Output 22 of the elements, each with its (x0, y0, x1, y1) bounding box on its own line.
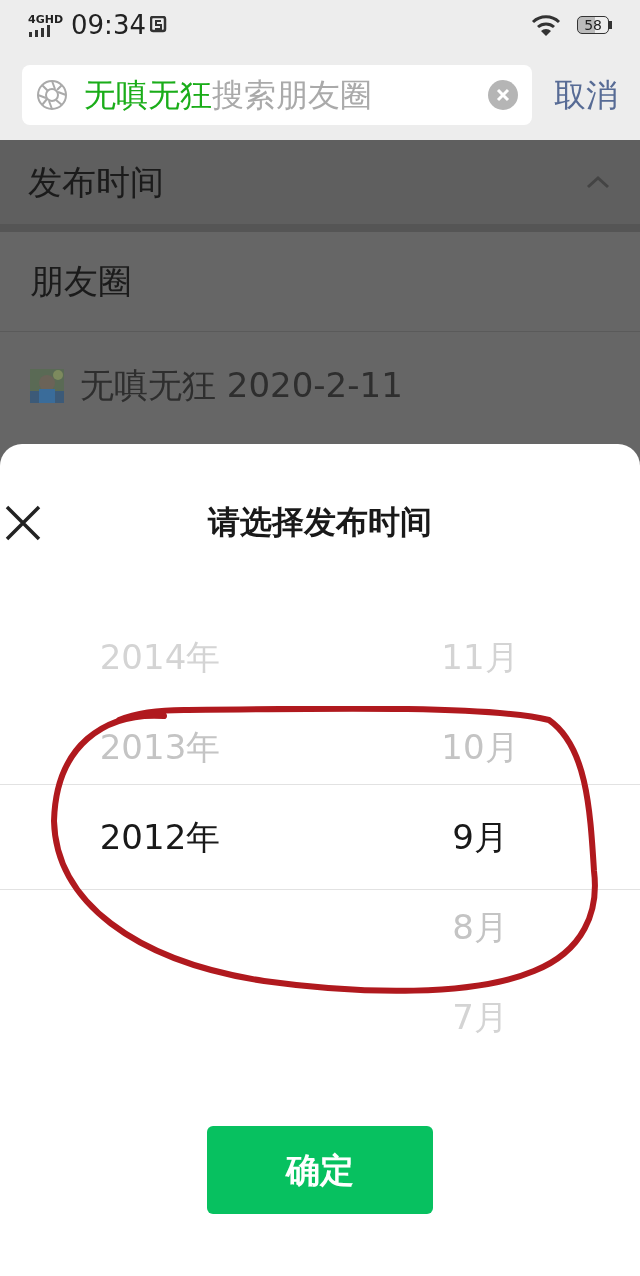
search-field[interactable]: 无嗔无狂搜索朋友圈 (22, 65, 532, 125)
cancel-button[interactable]: 取消 (532, 71, 618, 119)
result-meta: 无嗔无狂 2020-2-11 (80, 364, 403, 407)
search-query: 无嗔无狂搜索朋友圈 (84, 75, 373, 116)
filter-title: 发布时间 (28, 160, 164, 204)
aperture-icon (36, 79, 68, 111)
battery-tip-icon (609, 21, 612, 29)
picker-option[interactable]: 8月 (320, 882, 640, 972)
network-label: 4GHD (28, 13, 64, 25)
wifi-icon (531, 14, 562, 36)
notification-icon (149, 16, 168, 34)
confirm-button[interactable]: 确定 (207, 1126, 433, 1214)
picker-option[interactable]: 10月 (320, 702, 640, 792)
picker-option[interactable]: 2013年 (0, 702, 320, 792)
section-title: 朋友圈 (30, 260, 132, 303)
sheet-title: 请选择发布时间 (208, 502, 432, 543)
close-button[interactable] (4, 504, 42, 542)
clock: 09:34 (71, 8, 146, 42)
picker-option[interactable]: 9月 (320, 792, 640, 882)
battery-level: 58 (577, 16, 609, 34)
filter-header[interactable]: 发布时间 (0, 140, 640, 232)
picker-option[interactable]: 2012年 (0, 792, 320, 882)
